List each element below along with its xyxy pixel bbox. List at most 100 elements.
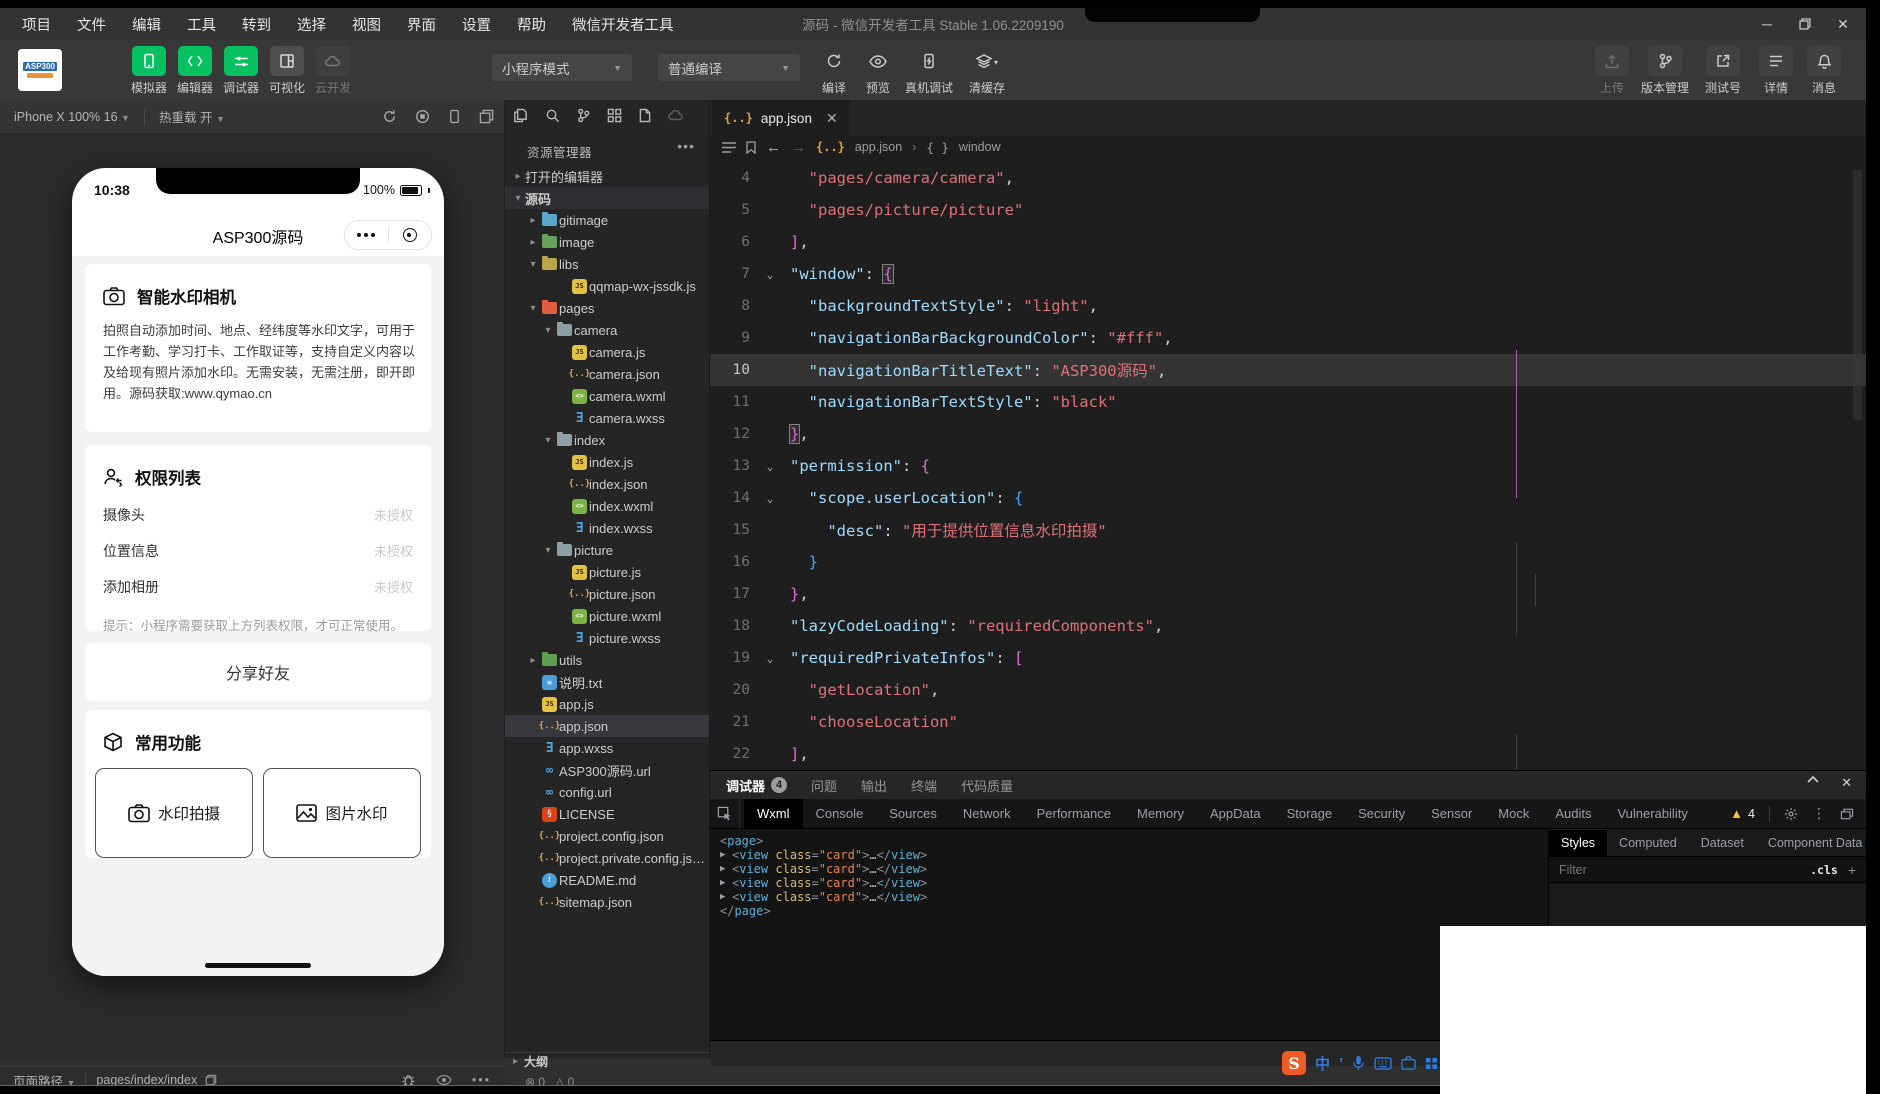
toolbar-button-版本管理[interactable]: 版本管理 — [1636, 46, 1694, 96]
tree-item-ASP300源码.url[interactable]: ∞ASP300源码.url — [505, 759, 709, 781]
extensions-grid-icon[interactable] — [607, 108, 622, 123]
tree-item-image[interactable]: ▸image — [505, 231, 709, 253]
tree-item-说明.txt[interactable]: ≡说明.txt — [505, 671, 709, 693]
files-icon[interactable] — [513, 108, 528, 123]
tree-item-qqmap-wx-jssdk.js[interactable]: JSqqmap-wx-jssdk.js — [505, 275, 709, 297]
code-line-18[interactable]: 18"lazyCodeLoading": "requiredComponents… — [710, 610, 1866, 642]
code-line-7[interactable]: 7⌄"window": { — [710, 258, 1866, 290]
warning-count-badge[interactable]: ▲4 — [1730, 806, 1755, 821]
tree-item-gitimage[interactable]: ▸gitimage — [505, 209, 709, 231]
toolbar-button-可视化[interactable]: 可视化 — [264, 46, 310, 96]
watermark-shoot-button[interactable]: 水印拍摄 — [95, 768, 253, 858]
code-line-11[interactable]: 11 "navigationBarTextStyle": "black" — [710, 386, 1866, 418]
toolbar-button-消息[interactable]: 消息 — [1800, 46, 1848, 96]
maximize-button[interactable] — [1790, 11, 1820, 37]
file-icon[interactable] — [639, 108, 651, 123]
debug-tab-终端[interactable]: 终端 — [911, 776, 937, 795]
tree-item-LICENSE[interactable]: §LICENSE — [505, 803, 709, 825]
tree-item-picture.wxss[interactable]: Ǝpicture.wxss — [505, 627, 709, 649]
wxml-node[interactable]: ▶<view class="card">…</view> — [710, 876, 1548, 890]
dock-side-icon[interactable] — [1840, 808, 1854, 820]
menu-选择[interactable]: 选择 — [297, 14, 326, 35]
close-panel-icon[interactable]: ✕ — [1841, 775, 1852, 791]
toolbar-button-云开发[interactable]: 云开发 — [310, 46, 356, 96]
tree-item-app.js[interactable]: JSapp.js — [505, 693, 709, 715]
tree-item-picture.js[interactable]: JSpicture.js — [505, 561, 709, 583]
menu-界面[interactable]: 界面 — [407, 14, 436, 35]
debug-tab-输出[interactable]: 输出 — [861, 776, 887, 795]
tree-item-camera.js[interactable]: JScamera.js — [505, 341, 709, 363]
sogou-logo-icon[interactable]: S — [1282, 1051, 1306, 1075]
wxml-node[interactable]: ▶<view class="card">…</view> — [710, 848, 1548, 862]
toolbar-button-测试号[interactable]: 测试号 — [1694, 46, 1752, 96]
tree-item-camera.wxml[interactable]: <>camera.wxml — [505, 385, 709, 407]
menu-视图[interactable]: 视图 — [352, 14, 381, 35]
rotate-device-icon[interactable] — [448, 109, 461, 124]
nav-back-icon[interactable]: ← — [766, 139, 781, 156]
menu-微信开发者工具[interactable]: 微信开发者工具 — [572, 14, 674, 35]
collapse-panel-icon[interactable] — [1807, 775, 1819, 791]
add-style-icon[interactable]: + — [1848, 862, 1856, 878]
devtools-tab-Audits[interactable]: Audits — [1542, 799, 1604, 828]
detach-window-icon[interactable] — [479, 109, 494, 124]
cls-toggle[interactable]: .cls — [1810, 863, 1838, 877]
device-select[interactable]: iPhone X 100% 16 ▼ — [0, 110, 130, 124]
code-line-15[interactable]: 15 "desc": "用于提供位置信息水印拍摄" — [710, 514, 1866, 546]
devtools-tab-Mock[interactable]: Mock — [1485, 799, 1542, 828]
code-line-10[interactable]: 10 "navigationBarTitleText": "ASP300源码", — [710, 354, 1866, 386]
toolbar-button-清缓存[interactable]: ▾清缓存 — [958, 46, 1016, 96]
tree-item-picture[interactable]: ▾picture — [505, 539, 709, 561]
wxml-tree[interactable]: <page>▶<view class="card">…</view>▶<view… — [710, 829, 1548, 1040]
devtools-tab-AppData[interactable]: AppData — [1197, 799, 1274, 828]
menu-转到[interactable]: 转到 — [242, 14, 271, 35]
devtools-tab-Sources[interactable]: Sources — [876, 799, 950, 828]
tree-item-config.url[interactable]: ∞config.url — [505, 781, 709, 803]
menu-工具[interactable]: 工具 — [187, 14, 216, 35]
tree-item-index.wxss[interactable]: Ǝindex.wxss — [505, 517, 709, 539]
tree-item-camera.wxss[interactable]: Ǝcamera.wxss — [505, 407, 709, 429]
code-line-17[interactable]: 17}, — [710, 578, 1866, 610]
toolbar-button-编辑器[interactable]: 编辑器 — [172, 46, 218, 96]
wxml-node[interactable]: <page> — [710, 834, 1548, 848]
tree-item-README.md[interactable]: iREADME.md — [505, 869, 709, 891]
toolbar-button-上传[interactable]: 上传 — [1588, 46, 1636, 96]
toolbox-icon[interactable] — [1401, 1056, 1416, 1070]
minimize-button[interactable]: ─ — [1752, 11, 1782, 37]
devtools-tab-Memory[interactable]: Memory — [1124, 799, 1197, 828]
permission-row[interactable]: 位置信息未授权 — [85, 541, 431, 561]
outline-list-icon[interactable] — [722, 142, 736, 153]
keyboard-icon[interactable] — [1374, 1057, 1392, 1070]
tree-item-camera.json[interactable]: {..}camera.json — [505, 363, 709, 385]
debug-tab-代码质量[interactable]: 代码质量 — [961, 776, 1013, 795]
permission-row[interactable]: 添加相册未授权 — [85, 577, 431, 597]
gear-icon[interactable] — [1784, 807, 1798, 821]
wxml-node[interactable]: ▶<view class="card">…</view> — [710, 890, 1548, 904]
code-line-12[interactable]: 12}, — [710, 418, 1866, 450]
kebab-menu-icon[interactable]: ⋮ — [1812, 805, 1826, 822]
debug-tab-问题[interactable]: 问题 — [811, 776, 837, 795]
editor-scrollbar[interactable] — [1853, 170, 1862, 420]
styles-tab-Computed[interactable]: Computed — [1607, 830, 1689, 856]
devtools-tab-Security[interactable]: Security — [1345, 799, 1418, 828]
tree-item-index.js[interactable]: JSindex.js — [505, 451, 709, 473]
code-line-5[interactable]: 5 "pages/picture/picture" — [710, 194, 1866, 226]
toolbar-button-模拟器[interactable]: 模拟器 — [126, 46, 172, 96]
permission-row[interactable]: 摄像头未授权 — [85, 505, 431, 525]
devtools-tab-Vulnerability[interactable]: Vulnerability — [1604, 799, 1700, 828]
tree-item-libs[interactable]: ▾libs — [505, 253, 709, 275]
tab-close-icon[interactable]: ✕ — [826, 110, 838, 127]
code-line-13[interactable]: 13⌄"permission": { — [710, 450, 1866, 482]
toolbar-button-详情[interactable]: 详情 — [1752, 46, 1800, 96]
code-line-19[interactable]: 19⌄"requiredPrivateInfos": [ — [710, 642, 1866, 674]
code-line-6[interactable]: 6], — [710, 226, 1866, 258]
code-line-22[interactable]: 22], — [710, 738, 1866, 770]
code-line-4[interactable]: 4 "pages/camera/camera", — [710, 162, 1866, 194]
ime-lang-toggle[interactable]: 中 — [1315, 1053, 1330, 1074]
styles-tab-Dataset[interactable]: Dataset — [1689, 830, 1756, 856]
outline-section[interactable]: ▸大纲 — [505, 1052, 709, 1070]
devtools-tab-Performance[interactable]: Performance — [1024, 799, 1124, 828]
tree-item-sitemap.json[interactable]: {..}sitemap.json — [505, 891, 709, 913]
hot-reload-toggle[interactable]: 热重载 开 ▼ — [159, 107, 225, 126]
restart-icon[interactable] — [382, 109, 397, 124]
devtools-tab-Console[interactable]: Console — [803, 799, 877, 828]
